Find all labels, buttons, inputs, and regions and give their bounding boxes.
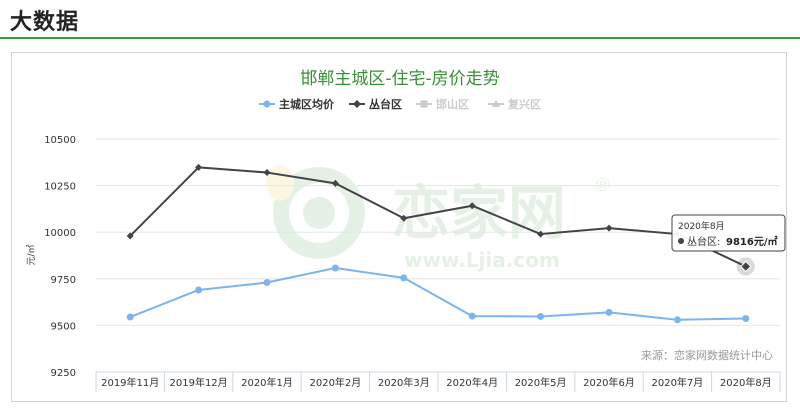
chart-title: 邯郸主城区-住宅-房价走势 bbox=[300, 69, 499, 89]
y-tick-label: 9500 bbox=[51, 321, 76, 332]
legend-label: 邯山区 bbox=[436, 97, 469, 111]
data-point[interactable] bbox=[195, 286, 203, 294]
data-tooltip: 2020年8月 丛台区: 9816元/㎡ bbox=[671, 214, 786, 252]
x-tick-label: 2020年6月 bbox=[583, 376, 635, 389]
tooltip-value: 9816元/㎡ bbox=[726, 235, 777, 248]
x-tick-label: 2020年4月 bbox=[446, 376, 498, 389]
tooltip-series-dot bbox=[678, 238, 684, 244]
section-title: 大数据 bbox=[10, 10, 80, 35]
tooltip-title: 2020年8月 bbox=[678, 220, 725, 232]
x-tick-label: 2020年2月 bbox=[309, 376, 361, 389]
y-tick-label: 10250 bbox=[44, 182, 76, 193]
chart-legend: 主城区均价 丛台区 邯山区 复兴区 bbox=[259, 97, 541, 111]
legend-label: 复兴区 bbox=[507, 97, 541, 111]
data-point[interactable] bbox=[537, 312, 545, 320]
y-axis-label: 元/㎡ bbox=[26, 244, 37, 265]
series-1 bbox=[126, 264, 750, 324]
series-line bbox=[129, 266, 746, 321]
legend-label: 丛台区 bbox=[369, 97, 402, 111]
data-point[interactable] bbox=[605, 308, 613, 316]
x-tick-label: 2020年8月 bbox=[720, 376, 772, 389]
x-tick-label: 2020年5月 bbox=[515, 376, 567, 389]
y-tick-label: 10500 bbox=[44, 135, 76, 146]
data-point[interactable] bbox=[400, 274, 408, 282]
legend-diamond-icon bbox=[353, 100, 361, 108]
legend-item[interactable]: 主城区均价 bbox=[259, 97, 335, 111]
x-tick-label: 2020年1月 bbox=[241, 376, 293, 389]
x-tick-label: 2019年12月 bbox=[170, 376, 228, 389]
data-point[interactable] bbox=[605, 224, 613, 232]
legend-square-icon bbox=[420, 100, 428, 108]
legend-item[interactable]: 丛台区 bbox=[349, 97, 402, 111]
data-point[interactable] bbox=[263, 279, 271, 287]
legend-item[interactable]: 邯山区 bbox=[416, 97, 469, 111]
x-tick-label: 2020年3月 bbox=[378, 376, 430, 389]
data-point[interactable] bbox=[468, 312, 476, 320]
tooltip-series-label: 丛台区: bbox=[687, 235, 720, 248]
x-tick-label: 2019年11月 bbox=[101, 376, 159, 389]
section-header: 大数据 bbox=[0, 0, 800, 40]
x-tick-label: 2020年7月 bbox=[651, 376, 703, 389]
data-point[interactable] bbox=[331, 264, 339, 272]
legend-circle-icon bbox=[263, 100, 271, 108]
legend-item[interactable]: 复兴区 bbox=[488, 97, 541, 111]
y-axis: 9250 9500 9750 10000 10250 10500 bbox=[44, 135, 76, 379]
price-trend-chart: 恋家网 ® www.Ljia.com 邯郸主城区-住宅-房价走势 主城区均价 丛台… bbox=[26, 69, 786, 392]
data-point[interactable] bbox=[742, 315, 750, 323]
legend-label: 主城区均价 bbox=[279, 97, 335, 111]
section-divider bbox=[0, 37, 800, 39]
data-point[interactable] bbox=[126, 313, 134, 321]
watermark-url: www.Ljia.com bbox=[404, 248, 560, 272]
source-note: 来源：恋家网数据统计中心 bbox=[641, 348, 773, 362]
y-tick-label: 9250 bbox=[51, 368, 76, 379]
y-tick-label: 9750 bbox=[51, 275, 76, 286]
y-tick-label: 10000 bbox=[44, 228, 76, 239]
data-point[interactable] bbox=[673, 316, 681, 324]
x-axis: 2019年11月 2019年12月 2020年1月 2020年2月 2020年3月 202… bbox=[95, 371, 781, 392]
chart-container: 恋家网 ® www.Ljia.com 邯郸主城区-住宅-房价走势 主城区均价 丛台… bbox=[11, 52, 787, 402]
